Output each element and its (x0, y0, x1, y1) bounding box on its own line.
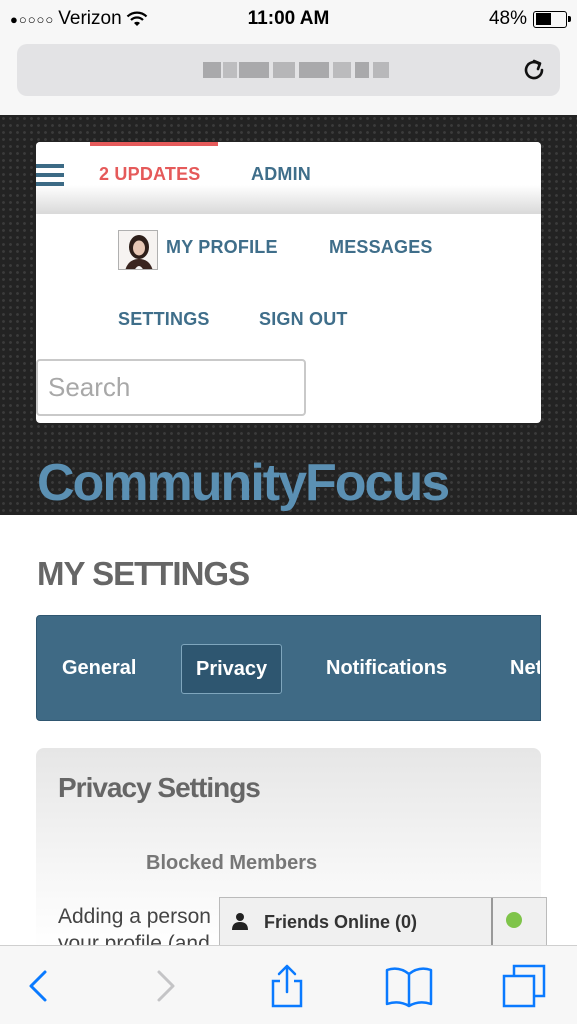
panel-title: Privacy Settings (58, 772, 261, 803)
blurred-url (299, 62, 329, 78)
nav-messages-link[interactable]: MESSAGES (329, 237, 433, 258)
page-title: MY SETTINGS (37, 555, 250, 592)
hamburger-menu-icon[interactable] (36, 164, 64, 186)
nav-admin-link[interactable]: ADMIN (251, 164, 311, 185)
divider (491, 898, 493, 946)
blurred-url (239, 62, 269, 78)
site-header: 2 UPDATES ADMIN MY PROFILE MESSAGES SETT… (0, 115, 577, 515)
battery-percent: 48% (488, 8, 527, 29)
battery-info: 48% (488, 8, 571, 30)
friends-online-widget[interactable]: Friends Online (0) (219, 897, 547, 947)
blurred-url (373, 62, 389, 78)
user-avatar-image (119, 231, 157, 269)
nav-sign-out-link[interactable]: SIGN OUT (259, 309, 348, 330)
tab-general[interactable]: General (62, 644, 136, 694)
tab-privacy[interactable]: Privacy (181, 644, 283, 694)
avatar[interactable] (118, 230, 158, 270)
bookmarks-icon[interactable] (385, 964, 433, 1008)
browser-toolbar (0, 945, 577, 1024)
battery-icon (533, 10, 571, 28)
browser-chrome (0, 38, 577, 115)
back-icon[interactable] (18, 964, 62, 1008)
status-bar: ●○○○○ Verizon 11:00 AM 48% (0, 0, 577, 38)
tab-network[interactable]: Net (510, 644, 540, 694)
forward-icon[interactable] (142, 964, 186, 1008)
blurred-url (355, 62, 369, 78)
nav-my-profile-link[interactable]: MY PROFILE (166, 237, 278, 258)
nav-settings-link[interactable]: SETTINGS (118, 309, 210, 330)
site-logo[interactable]: CommunityFocus (37, 453, 450, 513)
blurred-url (203, 62, 221, 78)
search-input[interactable] (36, 359, 306, 416)
tab-notifications[interactable]: Notifications (326, 644, 447, 694)
reload-icon[interactable] (520, 56, 548, 84)
blurred-url (223, 62, 237, 78)
blocked-members-heading: Blocked Members (146, 852, 318, 874)
nav-panel: 2 UPDATES ADMIN MY PROFILE MESSAGES SETT… (36, 142, 541, 423)
settings-tabs: General Privacy Notifications Net (36, 615, 541, 721)
nav-updates-link[interactable]: 2 UPDATES (99, 164, 201, 185)
blurred-url (273, 62, 295, 78)
address-bar[interactable] (17, 44, 560, 96)
blurred-url (333, 62, 351, 78)
tabs-icon[interactable] (502, 964, 546, 1008)
person-icon (232, 913, 248, 930)
online-status-icon (506, 912, 522, 928)
friends-online-label: Friends Online (0) (264, 912, 418, 932)
share-icon[interactable] (265, 964, 309, 1008)
updates-indicator (90, 142, 218, 146)
